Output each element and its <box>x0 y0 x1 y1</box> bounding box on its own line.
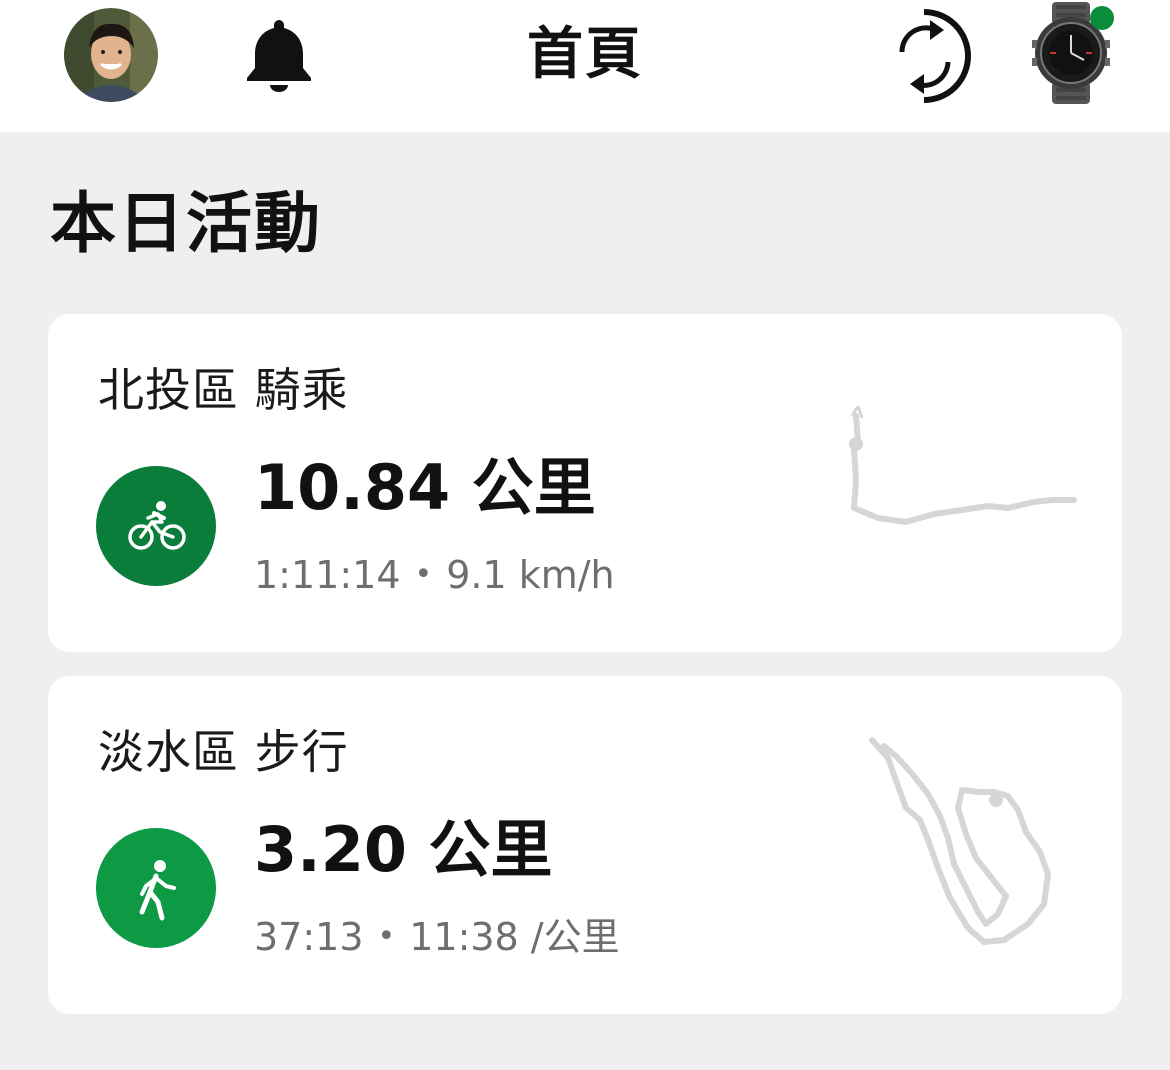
stats-separator: • <box>414 557 433 592</box>
activity-distance: 3.20 公里 <box>254 813 553 886</box>
activity-duration: 1:11:14 <box>254 553 401 597</box>
activity-distance: 10.84 公里 <box>254 451 596 524</box>
stats-separator: • <box>377 919 396 954</box>
route-map-thumbnail <box>869 737 1051 945</box>
top-bar: 首頁 <box>0 0 1170 132</box>
activity-stats: 37:13 • 11:38 /公里 <box>254 912 620 962</box>
activity-duration: 37:13 <box>254 915 364 959</box>
device-connected-dot <box>1090 6 1114 30</box>
sync-icon[interactable] <box>886 4 978 108</box>
activity-card-walking[interactable]: 淡水區 步行 3.20 公里 37:13 • 11:38 /公里 <box>48 676 1122 1014</box>
walking-icon <box>139 860 176 921</box>
section-title: 本日活動 <box>50 185 322 262</box>
activity-speed: 9.1 km/h <box>446 553 615 597</box>
activity-title: 北投區 騎乘 <box>98 363 349 417</box>
page-title: 首頁 <box>527 22 643 87</box>
activity-pace: 11:38 /公里 <box>409 915 620 959</box>
activity-card-cycling[interactable]: 北投區 騎乘 10.84 公里 1:11:14 • 9.1 km/h <box>48 314 1122 652</box>
activity-stats: 1:11:14 • 9.1 km/h <box>254 550 615 600</box>
activity-title: 淡水區 步行 <box>98 725 349 779</box>
activity-type-badge <box>96 828 216 948</box>
bicycle-icon <box>128 501 186 550</box>
route-map-thumbnail <box>849 406 1077 525</box>
activity-type-badge <box>96 466 216 586</box>
